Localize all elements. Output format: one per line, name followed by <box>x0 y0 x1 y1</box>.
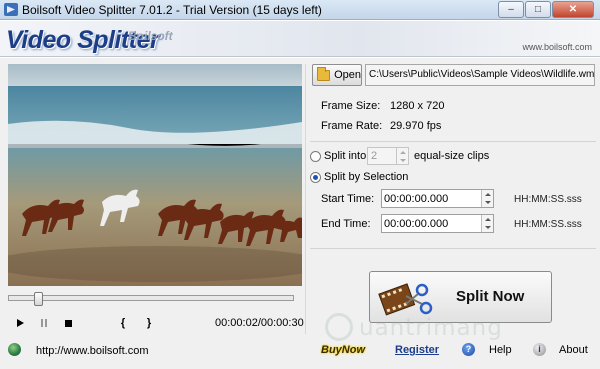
video-frame-image <box>8 64 302 286</box>
set-end-button[interactable]: } <box>142 316 156 330</box>
start-time-input[interactable] <box>382 190 478 207</box>
register-link[interactable]: Register <box>395 344 439 356</box>
clip-count-spin-buttons <box>396 148 408 164</box>
buy-now-link[interactable]: BuyNow <box>321 344 365 356</box>
split-now-label: Split Now <box>456 288 525 305</box>
frame-size-label: Frame Size: <box>321 100 381 112</box>
end-time-input[interactable] <box>382 215 478 232</box>
divider <box>310 141 596 142</box>
watermark-logo-icon <box>325 313 353 341</box>
chevron-up-icon <box>484 217 491 221</box>
spin-up-button[interactable] <box>397 148 408 156</box>
about-icon[interactable]: i <box>533 343 546 356</box>
spin-up-button[interactable] <box>482 190 493 198</box>
website-link[interactable]: http://www.boilsoft.com <box>36 345 149 357</box>
chevron-down-icon <box>484 225 491 229</box>
split-into-radio[interactable] <box>310 151 321 162</box>
maximize-button[interactable]: □ <box>525 1 551 18</box>
frame-rate-value: 29.970 fps <box>390 120 442 132</box>
split-by-selection-label: Split by Selection <box>324 171 409 183</box>
end-time-label: End Time: <box>321 218 371 230</box>
spin-down-button[interactable] <box>397 156 408 164</box>
end-time-format-hint: HH:MM:SS.sss <box>514 219 582 230</box>
help-link[interactable]: Help <box>489 344 512 356</box>
close-button[interactable]: ✕ <box>552 1 594 18</box>
film-scissors-icon <box>378 283 433 316</box>
set-start-button[interactable]: { <box>116 316 130 330</box>
divider <box>305 64 306 334</box>
globe-icon <box>8 343 21 356</box>
window-controls: – □ ✕ <box>498 1 594 18</box>
stop-icon <box>64 319 72 327</box>
seek-thumb[interactable] <box>34 292 43 306</box>
product-banner: Video Splitter Boilsoft www.boilsoft.com <box>0 21 600 57</box>
video-preview <box>8 64 302 286</box>
bracket-left-icon: { <box>120 317 126 329</box>
window-title: Boilsoft Video Splitter 7.01.2 - Trial V… <box>22 3 322 17</box>
bracket-right-icon: } <box>146 317 152 329</box>
spin-down-button[interactable] <box>482 223 493 231</box>
pause-button[interactable] <box>37 316 51 330</box>
equal-size-label: equal-size clips <box>414 150 490 162</box>
seek-bar[interactable] <box>8 292 294 306</box>
folder-icon <box>317 66 331 81</box>
divider <box>310 248 596 249</box>
help-icon[interactable]: ? <box>462 343 475 356</box>
brand-logo: Boilsoft <box>128 29 173 43</box>
open-button[interactable]: Open <box>312 64 362 86</box>
spin-down-button[interactable] <box>482 198 493 206</box>
stop-button[interactable] <box>61 316 75 330</box>
start-time-format-hint: HH:MM:SS.sss <box>514 194 582 205</box>
time-display: 00:00:02/00:00:30 <box>215 317 304 329</box>
about-link[interactable]: About <box>559 344 588 356</box>
split-by-selection-radio[interactable] <box>310 172 321 183</box>
play-icon <box>16 319 24 327</box>
main-panel: { } 00:00:02/00:00:30 http://www.boilsof… <box>0 58 600 369</box>
title-bar: Boilsoft Video Splitter 7.01.2 - Trial V… <box>0 0 600 20</box>
minimize-button[interactable]: – <box>498 1 524 18</box>
start-time-label: Start Time: <box>321 193 375 205</box>
chevron-up-icon <box>399 150 406 154</box>
split-into-label: Split into <box>324 150 367 162</box>
file-path-field[interactable]: C:\Users\Public\Videos\Sample Videos\Wil… <box>365 64 595 86</box>
clip-count-value: 2 <box>371 150 378 162</box>
split-now-button[interactable]: Split Now <box>369 271 552 323</box>
spin-up-button[interactable] <box>482 215 493 223</box>
open-label: Open <box>334 69 361 81</box>
app-icon <box>4 3 18 16</box>
start-time-field[interactable] <box>381 189 494 208</box>
chevron-down-icon <box>484 200 491 204</box>
frame-rate-label: Frame Rate: <box>321 120 383 132</box>
banner-url: www.boilsoft.com <box>522 42 592 52</box>
start-time-spin-buttons <box>481 190 493 207</box>
end-time-spin-buttons <box>481 215 493 232</box>
chevron-down-icon <box>399 158 406 162</box>
end-time-field[interactable] <box>381 214 494 233</box>
chevron-up-icon <box>484 192 491 196</box>
clip-count-stepper[interactable]: 2 <box>367 147 409 165</box>
frame-size-value: 1280 x 720 <box>390 100 445 112</box>
pause-icon <box>41 319 47 327</box>
play-button[interactable] <box>13 316 27 330</box>
